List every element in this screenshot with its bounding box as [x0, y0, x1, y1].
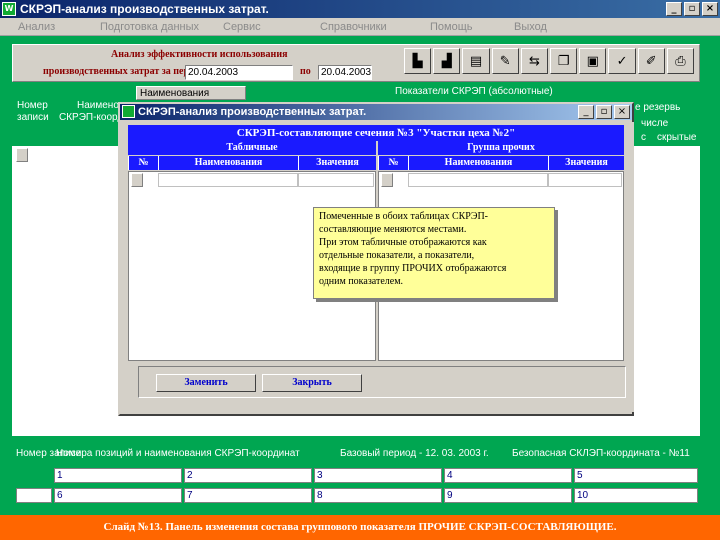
- left-table-title: Табличные: [128, 141, 376, 155]
- right-col-no: №: [378, 156, 408, 170]
- restore-button[interactable]: ▫: [684, 2, 700, 16]
- menu-service[interactable]: Сервис: [223, 21, 261, 33]
- close-button[interactable]: ×: [702, 2, 718, 16]
- coord-cell[interactable]: 6: [54, 488, 182, 503]
- menu-bar: Анализ Подготовка данных Сервис Справочн…: [0, 18, 720, 36]
- checkmark-icon[interactable]: ✓: [608, 48, 636, 74]
- app-titlebar: W СКРЭП-анализ производственных затрат. …: [0, 0, 720, 18]
- tooltip-line: При этом табличные отображаются как: [319, 237, 487, 248]
- col-number-header: Номер записи: [17, 100, 49, 123]
- analysis-window-title: СКРЭП-анализ производственных затрат.: [138, 106, 367, 118]
- date-from-field[interactable]: 20.04.2003: [185, 65, 293, 80]
- document-icon[interactable]: ▤: [462, 48, 490, 74]
- left-row-selector[interactable]: [131, 173, 143, 187]
- left-value-cell[interactable]: [298, 173, 374, 187]
- in-number-header: числе: [641, 118, 669, 129]
- analysis-window-icon: [122, 105, 135, 118]
- indicators-header: Показатели СКРЭП (абсолютные): [395, 86, 553, 97]
- toolbar: ▙ ▟ ▤ ✎ ⇆ ❐ ▣ ✓ ✐ ⎙: [404, 48, 695, 76]
- win2-close-button[interactable]: ×: [614, 105, 630, 119]
- menu-help[interactable]: Помощь: [430, 21, 473, 33]
- coord-cell[interactable]: 1: [54, 468, 182, 483]
- info-tooltip: Помеченные в обоих таблицах СКРЭП- соста…: [313, 207, 555, 299]
- name-header: Наименования: [136, 86, 246, 100]
- copy-icon[interactable]: ❐: [550, 48, 578, 74]
- right-col-name: Наименования: [408, 156, 548, 170]
- chart-bar-icon[interactable]: ▙: [404, 48, 432, 74]
- bottom-row-number[interactable]: [16, 488, 52, 503]
- coord-cell[interactable]: 10: [574, 488, 698, 503]
- to-label: по: [300, 66, 311, 77]
- col-right1-header: с: [641, 132, 646, 143]
- win2-restore-button[interactable]: ▫: [596, 105, 612, 119]
- bottom-col-positions: Номера позиций и наименования СКРЭП-коор…: [56, 448, 300, 459]
- left-col-no: №: [128, 156, 158, 170]
- coord-cell[interactable]: 2: [184, 468, 312, 483]
- right-name-cell[interactable]: [408, 173, 548, 187]
- tooltip-line: составляющие меняются местами.: [319, 224, 467, 235]
- reserve-header: е резервь: [635, 102, 681, 113]
- menu-data-prep[interactable]: Подготовка данных: [100, 21, 199, 33]
- coord-cell[interactable]: 9: [444, 488, 572, 503]
- coord-cell[interactable]: 4: [444, 468, 572, 483]
- win2-minimize-button[interactable]: _: [578, 105, 594, 119]
- tooltip-line: отдельные показатели, а показатели,: [319, 250, 475, 261]
- app-title: СКРЭП-анализ производственных затрат.: [20, 2, 269, 16]
- close-dialog-button[interactable]: Закрыть: [262, 374, 362, 392]
- bottom-base-period: Базовый период - 12. 03. 2003 г.: [340, 448, 489, 459]
- date-to-field[interactable]: 20.04.2003: [318, 65, 372, 80]
- left-col-name: Наименования: [158, 156, 298, 170]
- right-value-cell[interactable]: [548, 173, 622, 187]
- tools-icon[interactable]: ✎: [491, 48, 519, 74]
- dialog-header: СКРЭП-составляющие сечения №3 "Участки ц…: [128, 125, 624, 141]
- edit-icon[interactable]: ✐: [637, 48, 665, 74]
- main-row-selector[interactable]: [16, 148, 28, 162]
- disk-icon[interactable]: ▣: [579, 48, 607, 74]
- arrows-icon[interactable]: ⇆: [520, 48, 549, 74]
- minimize-button[interactable]: _: [666, 2, 682, 16]
- coord-cell[interactable]: 5: [574, 468, 698, 483]
- menu-references[interactable]: Справочники: [320, 21, 387, 33]
- left-name-cell[interactable]: [158, 173, 298, 187]
- analysis-window-titlebar: СКРЭП-анализ производственных затрат.: [120, 104, 632, 120]
- right-row-selector[interactable]: [381, 173, 393, 187]
- replace-button[interactable]: Заменить: [156, 374, 256, 392]
- tooltip-line: одним показателем.: [319, 276, 404, 287]
- left-col-value: Значения: [298, 156, 376, 170]
- window-controls: _ ▫ ×: [666, 2, 718, 16]
- chart-bar2-icon[interactable]: ▟: [433, 48, 461, 74]
- app-icon: W: [2, 2, 16, 16]
- slide-caption: Слайд №13. Панель изменения состава груп…: [0, 515, 720, 540]
- menu-analysis[interactable]: Анализ: [18, 21, 55, 33]
- form-title-line1: Анализ эффективности использования: [111, 49, 288, 60]
- col-right2-header: скрытые: [657, 132, 697, 143]
- coord-cell[interactable]: 7: [184, 488, 312, 503]
- coord-cell[interactable]: 3: [314, 468, 442, 483]
- menu-exit[interactable]: Выход: [514, 21, 547, 33]
- tooltip-line: входящие в группу ПРОЧИХ отображаются: [319, 263, 507, 274]
- right-col-value: Значения: [548, 156, 624, 170]
- right-table-title: Группа прочих: [378, 141, 624, 155]
- bottom-zero-coord: Безопасная СКЛЭП-координата - №11: [512, 448, 690, 459]
- print-icon[interactable]: ⎙: [666, 48, 695, 74]
- bottom-grid: Номер записи Номера позиций и наименован…: [12, 444, 700, 508]
- tooltip-line: Помеченные в обоих таблицах СКРЭП-: [319, 211, 488, 222]
- analysis-window-controls: _ ▫ ×: [578, 105, 630, 119]
- coord-cell[interactable]: 8: [314, 488, 442, 503]
